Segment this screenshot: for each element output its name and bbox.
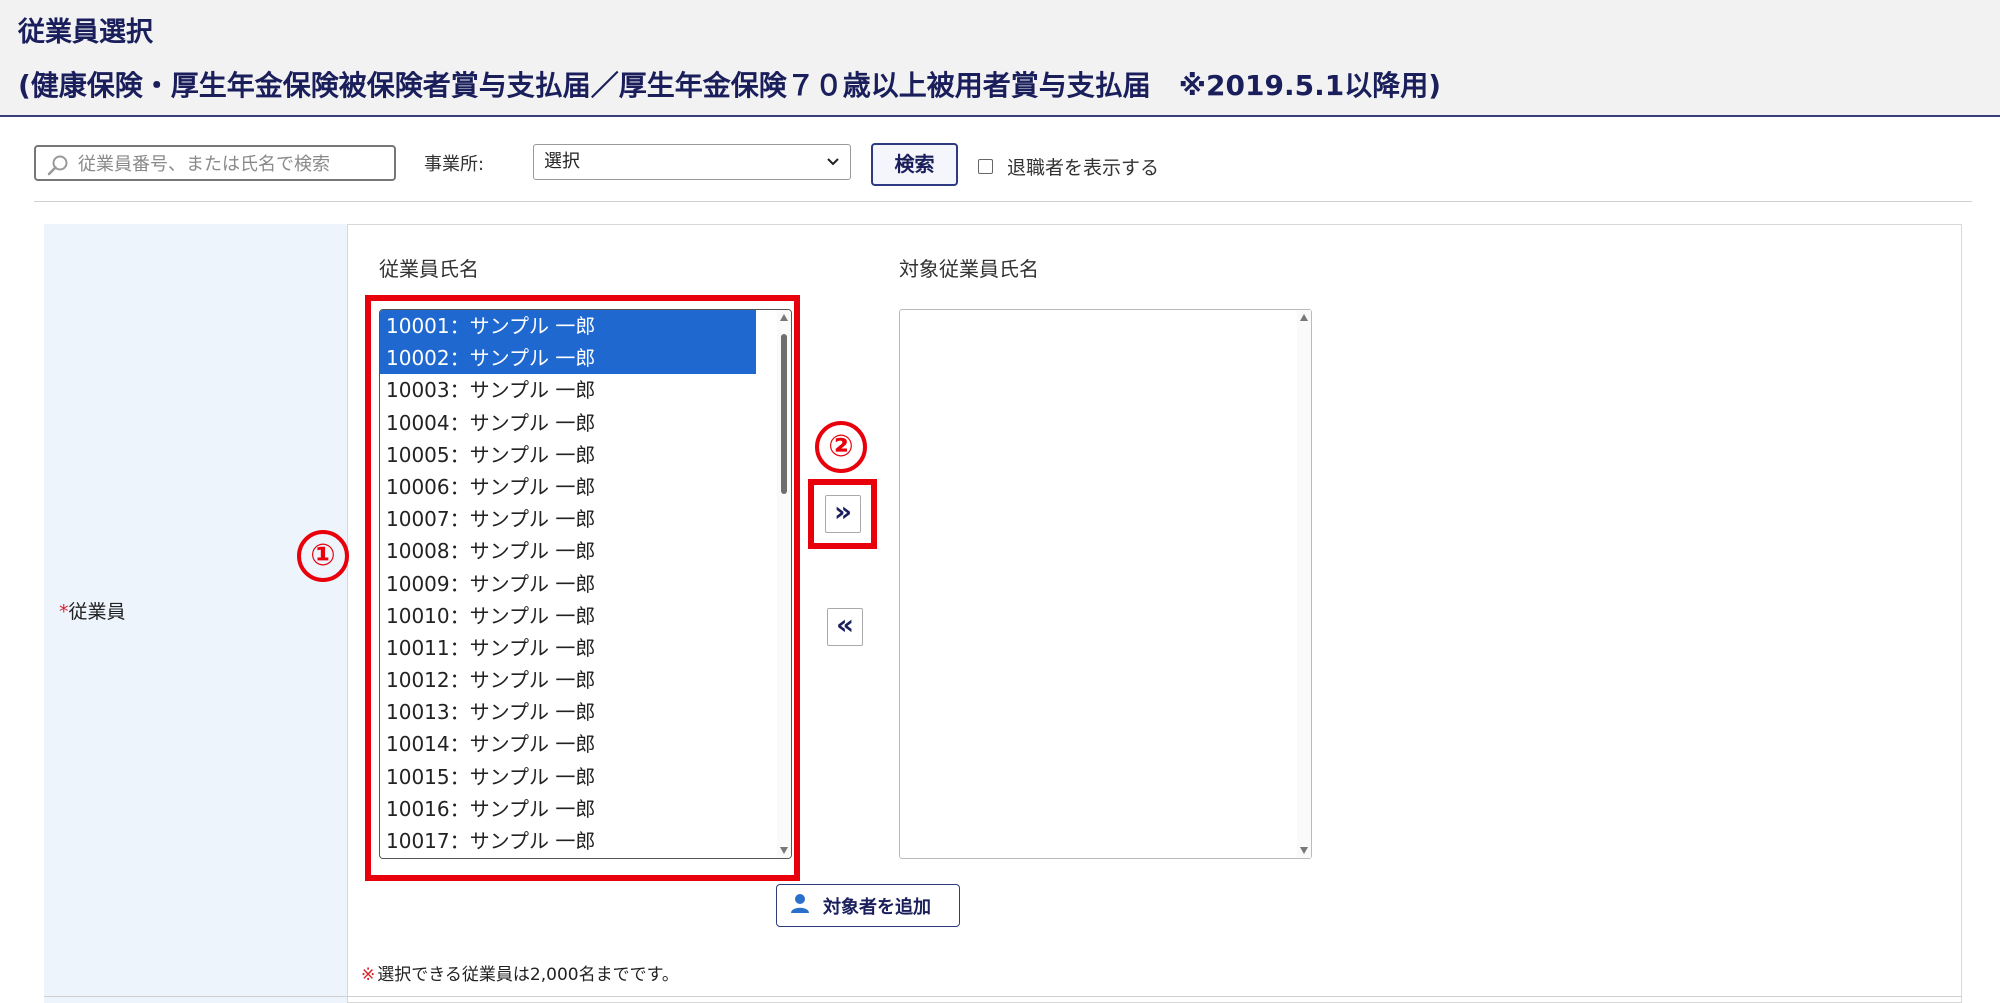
office-select-value: 選択	[544, 151, 580, 172]
employee-label-cell: *従業員	[44, 224, 348, 1003]
scroll-down-icon[interactable]	[1300, 847, 1308, 854]
selection-limit-note: ※ 選択できる従業員は2,000名までです。	[361, 960, 679, 985]
page-subtitle: (健康保険・厚生年金保険被保険者賞与支払届／厚生年金保険７０歳以上被用者賞与支払…	[18, 69, 1441, 102]
search-toolbar: 事業所: 選択 検索 退職者を表示する	[0, 140, 2000, 200]
search-input[interactable]	[76, 150, 390, 178]
note-mark: ※	[361, 965, 376, 985]
search-box[interactable]	[34, 145, 396, 181]
page-header: 従業員選択 (健康保険・厚生年金保険被保険者賞与支払届／厚生年金保険７０歳以上被…	[0, 0, 2000, 117]
toolbar-divider	[34, 201, 1972, 202]
note-text: 選択できる従業員は2,000名までです。	[377, 965, 679, 985]
target-list-header: 対象従業員氏名	[899, 257, 1039, 281]
search-button[interactable]: 検索	[871, 143, 958, 186]
annotation-marker-2: ②	[815, 421, 867, 473]
scroll-up-icon[interactable]	[1300, 314, 1308, 321]
show-retired-checkbox[interactable]	[978, 159, 993, 174]
chevron-down-icon	[826, 148, 840, 188]
move-left-button[interactable]: «	[827, 608, 863, 646]
annotation-marker-1: ①	[297, 530, 349, 582]
employee-field-label: *従業員	[59, 597, 126, 624]
show-retired-label: 退職者を表示する	[1007, 157, 1160, 179]
user-icon	[789, 892, 811, 919]
employee-label-text: 従業員	[68, 601, 126, 623]
required-mark: *	[59, 601, 69, 623]
add-target-label: 対象者を追加	[823, 896, 931, 918]
page-title: 従業員選択	[18, 17, 153, 48]
add-target-button[interactable]: 対象者を追加	[776, 884, 960, 927]
office-select[interactable]: 選択	[533, 144, 851, 180]
move-right-button[interactable]: »	[825, 495, 861, 533]
double-chevron-right-icon: »	[833, 495, 853, 528]
double-chevron-left-icon: «	[835, 608, 855, 641]
show-retired-option[interactable]: 退職者を表示する	[978, 153, 1159, 180]
target-list-scrollbar[interactable]	[1297, 310, 1311, 858]
employee-list-header: 従業員氏名	[379, 257, 479, 281]
target-employee-listbox[interactable]	[899, 309, 1312, 859]
search-icon	[46, 154, 70, 180]
annotation-box-1	[365, 295, 800, 881]
office-label: 事業所:	[424, 154, 485, 175]
form-bottom-line	[44, 996, 1962, 997]
